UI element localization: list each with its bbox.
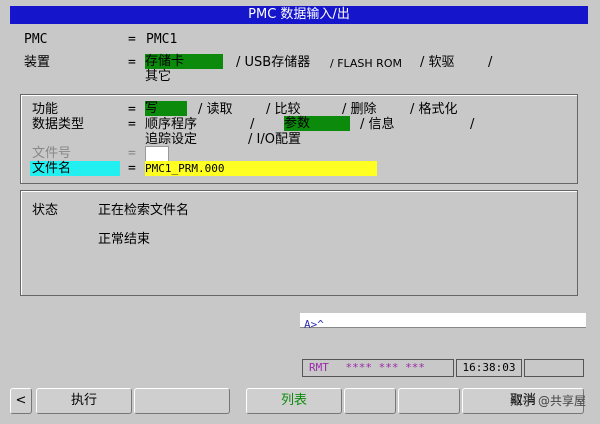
status-line-2: 正常结束: [98, 232, 151, 247]
datatype-option-message[interactable]: / 信息: [360, 117, 395, 132]
filename-label: 文件名: [30, 161, 120, 176]
filename-eq: =: [128, 161, 136, 176]
function-option-format[interactable]: / 格式化: [410, 102, 458, 117]
function-option-read[interactable]: / 读取: [198, 102, 233, 117]
datatype-option-param[interactable]: 参数: [284, 116, 350, 131]
fileno-input[interactable]: [145, 146, 169, 162]
status-label: 状态: [32, 203, 59, 218]
softkey-left-arrow[interactable]: <: [10, 388, 32, 414]
function-option-delete[interactable]: / 删除: [342, 102, 377, 117]
device-option-memcard[interactable]: 存储卡: [145, 54, 223, 69]
mode-indicator: RMT **** *** ***: [302, 359, 454, 377]
device-option-flash[interactable]: / FLASH ROM: [330, 56, 402, 71]
fileno-eq: =: [128, 146, 136, 161]
device-option-floppy[interactable]: / 软驱: [420, 55, 455, 70]
softkey-execute[interactable]: 执行: [36, 388, 132, 414]
softkey-5[interactable]: [398, 388, 460, 414]
device-eq: =: [128, 55, 136, 70]
device-option-sep: /: [488, 55, 493, 70]
key-input-buffer[interactable]: A>^: [300, 313, 586, 331]
datatype-sep-2: /: [470, 117, 475, 132]
window-title: PMC 数据输入/出: [10, 6, 588, 24]
pmc-label: PMC: [24, 32, 48, 47]
datatype-sep-1: /: [250, 117, 255, 132]
cnc-screen: PMC 数据输入/出 PMC = PMC1 装置 = 存储卡 / USB存储器 …: [0, 0, 600, 424]
mode-stars: **** *** ***: [345, 361, 425, 374]
softkey-bar: < 执行 列表 取消: [10, 386, 588, 416]
function-eq: =: [128, 102, 136, 117]
function-label: 功能: [32, 102, 59, 117]
watermark: 知乎 @共享屋: [510, 394, 586, 408]
datatype-label: 数据类型: [32, 117, 85, 132]
status-spare: [524, 359, 584, 377]
rmt-label: RMT: [309, 361, 329, 374]
fileno-label: 文件号: [32, 146, 72, 161]
pmc-eq: =: [128, 32, 136, 47]
softkey-list[interactable]: 列表: [246, 388, 342, 414]
datatype-option-sequence[interactable]: 顺序程序: [145, 117, 197, 132]
clock: 16:38:03: [456, 359, 522, 377]
softkey-2[interactable]: [134, 388, 230, 414]
device-option-other[interactable]: 其它: [145, 69, 171, 84]
function-option-write[interactable]: 写: [145, 101, 187, 116]
input-prompt: A>^: [304, 318, 324, 331]
datatype-eq: =: [128, 117, 136, 132]
datatype-option-io[interactable]: / I/O配置: [248, 132, 301, 147]
datatype-option-trace[interactable]: 追踪设定: [145, 132, 197, 147]
device-label: 装置: [24, 55, 51, 70]
status-line-1: 正在检索文件名: [98, 203, 190, 218]
function-option-compare[interactable]: / 比较: [266, 102, 301, 117]
pmc-value: PMC1: [146, 32, 178, 47]
device-option-usb[interactable]: / USB存储器: [236, 55, 310, 70]
softkey-4[interactable]: [344, 388, 396, 414]
filename-input[interactable]: PMC1_PRM.000: [145, 161, 377, 176]
